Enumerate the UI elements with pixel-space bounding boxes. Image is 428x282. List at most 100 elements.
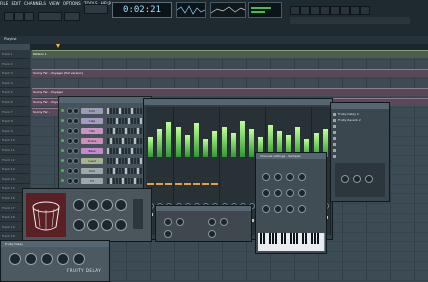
help-icon[interactable] (360, 6, 370, 15)
step-button[interactable] (125, 178, 127, 184)
black-key[interactable] (275, 233, 277, 244)
step-button[interactable] (119, 118, 121, 124)
sampler-slider[interactable] (133, 199, 143, 229)
mixer-icon[interactable] (330, 6, 340, 15)
slot-led-icon[interactable] (333, 130, 336, 134)
step-button[interactable] (113, 108, 115, 114)
step-button[interactable] (119, 128, 121, 134)
step-button[interactable] (140, 118, 142, 124)
step-button[interactable] (137, 128, 139, 134)
step-button[interactable] (131, 148, 133, 154)
step-button[interactable] (113, 148, 115, 154)
step-button[interactable] (128, 158, 130, 164)
step-button[interactable] (113, 128, 115, 134)
slot-led-icon[interactable] (333, 154, 336, 158)
step-button[interactable] (140, 148, 142, 154)
slot-led-icon[interactable] (333, 142, 336, 146)
effect-slot[interactable] (333, 136, 385, 141)
step-button[interactable] (128, 178, 130, 184)
step-button[interactable] (125, 148, 127, 154)
slot-led-icon[interactable] (333, 124, 336, 128)
step-button[interactable] (119, 168, 121, 174)
step-button[interactable] (119, 178, 121, 184)
step-button[interactable] (122, 168, 124, 174)
step-button[interactable] (122, 108, 124, 114)
step-button[interactable] (125, 118, 127, 124)
step-button[interactable] (107, 128, 109, 134)
delay-knob[interactable] (57, 253, 69, 265)
sampler-knob[interactable] (115, 199, 127, 211)
stop-button[interactable] (14, 12, 24, 21)
send-indicator[interactable] (147, 183, 154, 185)
channel-button[interactable]: Clap (81, 118, 103, 124)
step-button[interactable] (122, 118, 124, 124)
step-button[interactable] (119, 138, 121, 144)
track-lane[interactable] (30, 60, 428, 70)
slot-led-icon[interactable] (333, 112, 336, 116)
channel-button[interactable]: Pad (81, 168, 103, 174)
piano-keyboard[interactable] (258, 233, 325, 251)
slot-led-icon[interactable] (333, 148, 336, 152)
track-header[interactable]: Track 13 (0, 165, 30, 175)
effect-slot[interactable] (333, 124, 385, 129)
black-key[interactable] (302, 233, 304, 244)
sampler-knob[interactable] (101, 199, 113, 211)
step-button[interactable] (119, 108, 121, 114)
black-key[interactable] (305, 233, 307, 244)
step-button[interactable] (116, 168, 118, 174)
channel-settings-title[interactable]: Channel settings - Sampler (256, 153, 326, 159)
track-header[interactable]: Track 1 (0, 50, 30, 59)
track-header[interactable]: Track 10 (0, 136, 30, 146)
track-header[interactable]: Track 6 (0, 98, 30, 107)
channel-button[interactable]: Lead (81, 158, 103, 164)
step-button[interactable] (110, 178, 112, 184)
param-knob[interactable] (274, 189, 282, 197)
plugin-knob[interactable] (220, 218, 228, 226)
step-button[interactable] (113, 178, 115, 184)
eq-knob-low[interactable] (341, 175, 349, 183)
settings-icon[interactable] (350, 6, 360, 15)
mute-led-icon[interactable] (61, 159, 64, 162)
effect-slot[interactable]: Fruity Reverb 2 (333, 118, 385, 123)
step-button[interactable] (128, 138, 130, 144)
menu-file[interactable]: FILE (0, 1, 8, 6)
step-button[interactable] (137, 138, 139, 144)
step-button[interactable] (137, 118, 139, 124)
mute-led-icon[interactable] (61, 169, 64, 172)
menu-options[interactable]: OPTIONS (63, 1, 81, 6)
param-knob[interactable] (286, 189, 294, 197)
channel-button[interactable]: Snare (81, 138, 103, 144)
eq-knob-mid[interactable] (353, 175, 361, 183)
mute-led-icon[interactable] (61, 149, 64, 152)
step-button[interactable] (125, 158, 127, 164)
send-indicator[interactable] (174, 183, 182, 185)
black-key[interactable] (290, 233, 292, 244)
eq-knob-high[interactable] (365, 175, 373, 183)
send-indicator[interactable] (165, 183, 173, 185)
step-button[interactable] (113, 118, 115, 124)
step-grid[interactable] (107, 168, 148, 174)
track-header[interactable]: Track 9 (0, 127, 30, 136)
track-header[interactable]: Track 12 (0, 156, 30, 165)
step-button[interactable] (140, 178, 142, 184)
tempo-display[interactable] (38, 12, 62, 21)
stepseq-icon[interactable] (300, 6, 310, 15)
send-indicator[interactable] (193, 183, 200, 185)
pattern-selector[interactable] (64, 12, 80, 21)
step-button[interactable] (131, 138, 133, 144)
delay-knob[interactable] (41, 253, 53, 265)
step-button[interactable] (131, 128, 133, 134)
sampler-knob[interactable] (101, 219, 113, 231)
effect-slot[interactable] (333, 130, 385, 135)
plugin-knob[interactable] (208, 230, 216, 238)
white-key[interactable] (321, 233, 325, 251)
step-grid[interactable] (107, 178, 148, 184)
step-button[interactable] (116, 108, 118, 114)
volume-knob[interactable] (73, 178, 79, 184)
step-grid[interactable] (107, 148, 148, 154)
step-button[interactable] (137, 148, 139, 154)
volume-knob[interactable] (73, 148, 79, 154)
black-key[interactable] (260, 233, 262, 244)
volume-knob[interactable] (73, 138, 79, 144)
black-key[interactable] (311, 233, 313, 244)
